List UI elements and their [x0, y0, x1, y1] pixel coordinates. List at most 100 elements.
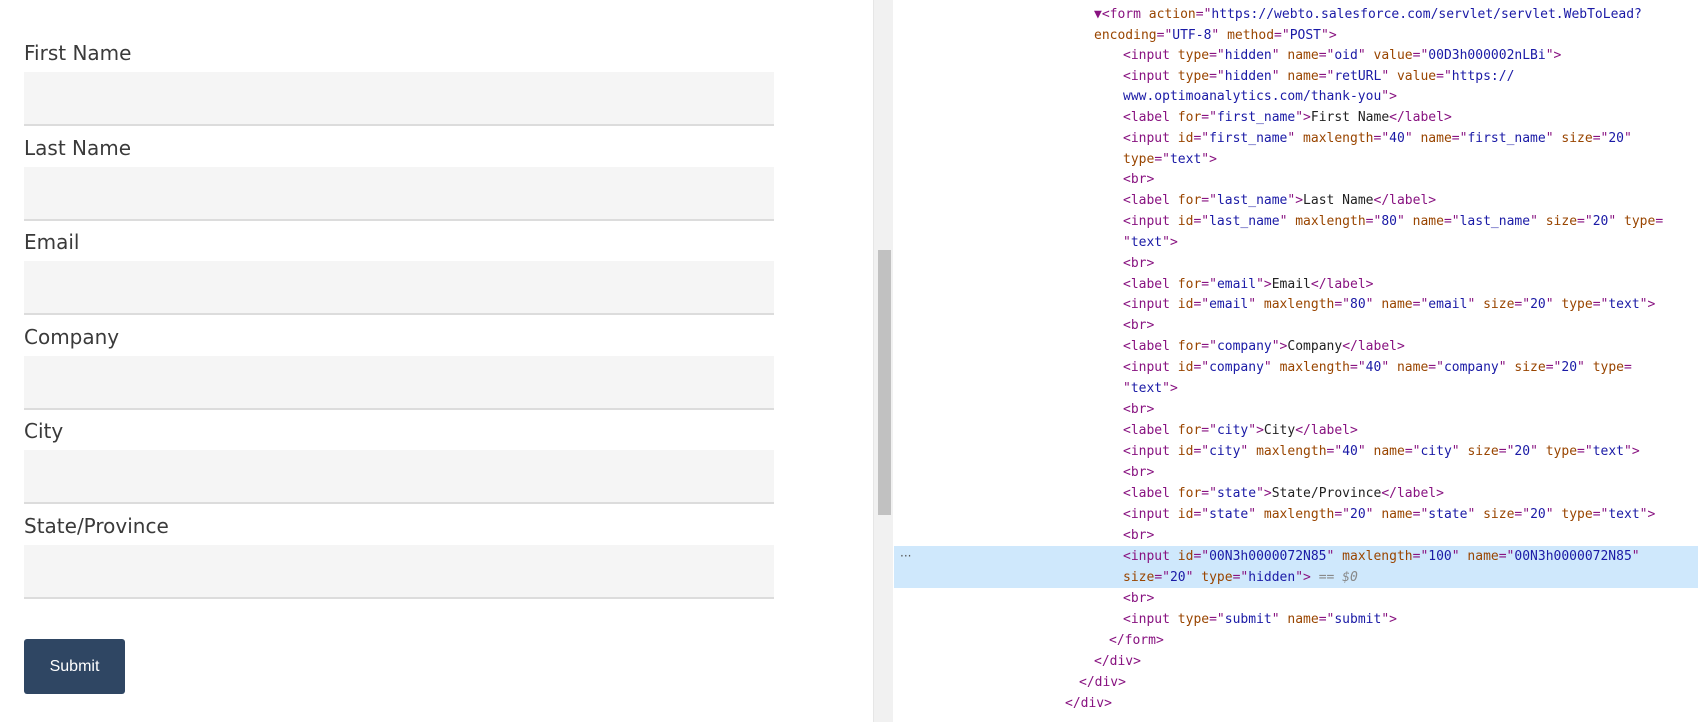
dom-node-line-selected[interactable]: size="20" type="hidden"> == $0: [894, 567, 1698, 588]
code-token: value: [1396, 69, 1437, 84]
code-token: name: [1381, 297, 1413, 312]
code-token: =": [1193, 360, 1210, 375]
dom-node-line[interactable]: </div>: [894, 672, 1698, 693]
code-token: =": [1201, 193, 1217, 208]
code-token: 00D3h000002nLBi: [1428, 48, 1546, 63]
city-label: City: [24, 419, 64, 443]
dom-node-line[interactable]: www.optimoanalytics.com/thank-you">: [894, 86, 1698, 107]
dom-node-line[interactable]: </form>: [894, 630, 1698, 651]
code-token: =": [1514, 297, 1531, 312]
last-name-input[interactable]: [24, 167, 774, 221]
dom-node-line[interactable]: type="text">: [894, 149, 1698, 170]
code-token: <br>: [1123, 256, 1155, 271]
dom-node-line[interactable]: <input type="hidden" name="retURL" value…: [894, 66, 1698, 87]
last-name-label: Last Name: [24, 136, 132, 160]
code-token: =": [1412, 507, 1429, 522]
dom-node-text: <input id="00N3h0000072N85" maxlength="1…: [1123, 546, 1640, 567]
code-token: id: [1177, 444, 1194, 459]
code-token: ">: [1271, 339, 1288, 354]
code-token: ": [1185, 570, 1202, 585]
dom-node-text: </div>: [1065, 693, 1112, 714]
code-token: ": [1357, 444, 1374, 459]
code-token: submit: [1334, 612, 1382, 627]
code-token: =": [1209, 612, 1225, 627]
code-token: =: [1624, 360, 1632, 375]
dom-node-text: <br>: [1123, 253, 1154, 274]
code-token: ">: [1201, 152, 1217, 167]
code-token: ": [1530, 444, 1546, 459]
dom-node-line[interactable]: <label for="last_name">Last Name</label>: [894, 190, 1698, 211]
dom-node-line[interactable]: <br>: [894, 525, 1698, 546]
company-input[interactable]: [24, 356, 774, 410]
code-token: first_name: [1209, 131, 1288, 146]
code-token: =": [1334, 297, 1351, 312]
code-token: =": [1592, 297, 1609, 312]
code-token: maxlength: [1303, 131, 1374, 146]
code-token: name: [1287, 69, 1319, 84]
code-token: ": [1123, 381, 1131, 396]
dom-node-line[interactable]: "text">: [894, 232, 1698, 253]
dom-node-line[interactable]: <label for="email">Email</label>: [894, 274, 1698, 295]
code-token: name: [1467, 549, 1499, 564]
dom-node-line[interactable]: <input id="last_name" maxlength="80" nam…: [894, 211, 1698, 232]
dom-node-line[interactable]: "text">: [894, 378, 1698, 399]
first-name-input[interactable]: [24, 72, 774, 126]
code-token: city: [1209, 444, 1241, 459]
code-token: oid: [1334, 48, 1358, 63]
dom-node-line[interactable]: <br>: [894, 315, 1698, 336]
vertical-scrollbar[interactable]: [873, 0, 893, 722]
code-token: type: [1177, 48, 1210, 63]
city-input[interactable]: [24, 450, 774, 504]
dom-node-line[interactable]: <input id="city" maxlength="40" name="ci…: [894, 441, 1698, 462]
dom-node-line[interactable]: <br>: [894, 169, 1698, 190]
email-input[interactable]: [24, 261, 774, 315]
code-token: id: [1177, 549, 1194, 564]
dom-node-line[interactable]: <br>: [894, 399, 1698, 420]
code-token: =": [1545, 360, 1562, 375]
submit-button[interactable]: Submit: [24, 639, 125, 694]
state-province-input[interactable]: [24, 545, 774, 599]
scrollbar-thumb[interactable]: [878, 250, 891, 515]
dom-node-line[interactable]: <label for="first_name">First Name</labe…: [894, 107, 1698, 128]
code-token: company: [1443, 360, 1499, 375]
dom-node-line[interactable]: <input id="company" maxlength="40" name=…: [894, 357, 1698, 378]
dom-node-text: <input id="first_name" maxlength="40" na…: [1123, 128, 1632, 149]
dom-node-line[interactable]: <input id="email" maxlength="80" name="e…: [894, 294, 1698, 315]
dom-node-line[interactable]: <br>: [894, 462, 1698, 483]
code-token: company: [1209, 360, 1264, 375]
dom-node-line[interactable]: <input id="first_name" maxlength="40" na…: [894, 128, 1698, 149]
code-token: =": [1318, 612, 1335, 627]
dom-node-line[interactable]: ▼<form action="https://webto.salesforce.…: [894, 4, 1698, 25]
dom-node-line[interactable]: <label for="state">State/Province</label…: [894, 483, 1698, 504]
dom-node-line[interactable]: <input id="state" maxlength="20" name="s…: [894, 504, 1698, 525]
dom-node-line[interactable]: <label for="city">City</label>: [894, 420, 1698, 441]
dom-node-line[interactable]: <input type="submit" name="submit">: [894, 609, 1698, 630]
dom-node-text: <input type="hidden" name="oid" value="0…: [1123, 45, 1561, 66]
code-token: <br>: [1123, 318, 1155, 333]
code-token: =": [1451, 131, 1468, 146]
more-options-icon[interactable]: ···: [900, 546, 911, 567]
dom-node-text: ▼<form action="https://webto.salesforce.…: [1094, 4, 1642, 25]
code-token: 40: [1389, 131, 1405, 146]
dom-node-line-selected[interactable]: <input id="00N3h0000072N85" maxlength="1…: [894, 546, 1698, 567]
dom-node-line[interactable]: encoding="UTF-8" method="POST">: [894, 25, 1698, 46]
dom-node-line[interactable]: <br>: [894, 588, 1698, 609]
code-token: state: [1428, 507, 1468, 522]
code-token: email: [1209, 297, 1249, 312]
code-token: ": [1365, 297, 1382, 312]
dom-node-line[interactable]: <br>: [894, 253, 1698, 274]
dom-node-text: www.optimoanalytics.com/thank-you">: [1123, 86, 1397, 107]
code-token: id: [1177, 131, 1194, 146]
code-token: <input: [1123, 444, 1178, 459]
code-token: id: [1177, 297, 1194, 312]
code-token: </div>: [1079, 675, 1126, 690]
code-token: <input: [1123, 131, 1178, 146]
code-token: maxlength: [1342, 549, 1413, 564]
dom-node-line[interactable]: </div>: [894, 693, 1698, 714]
dom-node-line[interactable]: </div>: [894, 651, 1698, 672]
dom-node-line[interactable]: <label for="company">Company</label>: [894, 336, 1698, 357]
code-token: https://webto.salesforce.com/servlet/ser…: [1211, 7, 1642, 22]
code-token: 20: [1169, 570, 1186, 585]
code-token: City: [1263, 423, 1296, 438]
dom-node-line[interactable]: <input type="hidden" name="oid" value="0…: [894, 45, 1698, 66]
